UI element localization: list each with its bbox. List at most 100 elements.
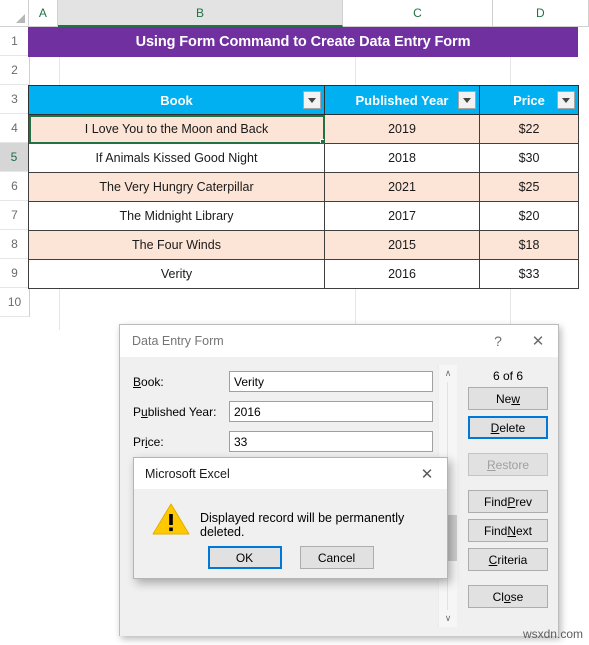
table-header-row: Book Published Year Price — [28, 85, 579, 115]
field-row-price: Price: — [133, 431, 433, 452]
row-header-column: 1 2 3 4 5 6 7 8 9 10 — [0, 27, 30, 317]
cell-year-2[interactable]: 2018 — [324, 143, 480, 173]
fp-accel: P — [507, 494, 516, 509]
filter-dropdown-price[interactable] — [557, 91, 575, 109]
table-row: The Very Hungry Caterpillar 2021 $25 — [28, 172, 579, 202]
table-header-book: Book — [28, 85, 325, 115]
fn-accel: N — [507, 523, 516, 538]
close-icon[interactable]: ✕ — [518, 325, 558, 357]
row-header-2[interactable]: 2 — [0, 56, 30, 85]
restore-accel: R — [486, 457, 496, 472]
cell-year-4[interactable]: 2017 — [324, 201, 480, 231]
form-title: Data Entry Form — [132, 334, 224, 348]
criteria-button[interactable]: Criteria — [468, 548, 548, 571]
select-all-corner[interactable] — [0, 0, 29, 27]
row-header-3[interactable]: 3 — [0, 85, 30, 114]
field-row-published-year: Published Year: — [133, 401, 433, 422]
cell-book-4[interactable]: The Midnight Library — [28, 201, 325, 231]
close-pre: Cl — [492, 589, 504, 604]
close-accel: o — [503, 589, 511, 604]
input-book[interactable] — [229, 371, 433, 392]
row-header-6[interactable]: 6 — [0, 172, 30, 201]
label-price: Price: — [133, 435, 229, 449]
new-accel: w — [511, 391, 520, 406]
close-post: se — [510, 589, 524, 604]
alert-body: Displayed record will be permanently del… — [134, 489, 447, 578]
delete-button[interactable]: Delete — [468, 416, 548, 439]
new-pre: Ne — [495, 391, 512, 406]
record-count-label: 6 of 6 — [492, 369, 524, 383]
label-py-rest: blished Year: — [147, 404, 217, 419]
criteria-accel: C — [488, 552, 498, 567]
label-book-rest: ook: — [141, 374, 164, 389]
warning-triangle-icon — [152, 502, 190, 536]
cell-price-5[interactable]: $18 — [479, 230, 579, 260]
form-titlebar[interactable]: Data Entry Form ? ✕ — [120, 325, 558, 357]
cell-book-3[interactable]: The Very Hungry Caterpillar — [28, 172, 325, 202]
table-body: I Love You to the Moon and Back 2019 $22… — [28, 114, 579, 289]
cell-price-1[interactable]: $22 — [479, 114, 579, 144]
fn-pre: Find — [483, 523, 508, 538]
cell-price-2[interactable]: $30 — [479, 143, 579, 173]
ok-button[interactable]: OK — [207, 546, 282, 569]
scroll-up-icon[interactable]: ∧ — [439, 365, 457, 382]
column-header-row: A B C D — [0, 0, 589, 27]
help-icon[interactable]: ? — [478, 325, 518, 357]
cell-book-2[interactable]: If Animals Kissed Good Night — [28, 143, 325, 173]
input-published-year[interactable] — [229, 401, 433, 422]
cell-year-5[interactable]: 2015 — [324, 230, 480, 260]
close-icon[interactable]: ✕ — [407, 458, 447, 489]
cell-year-3[interactable]: 2021 — [324, 172, 480, 202]
alert-message: Displayed record will be permanently del… — [200, 511, 405, 539]
filter-dropdown-published-year[interactable] — [458, 91, 476, 109]
new-button[interactable]: Ne w — [468, 387, 548, 410]
find-next-button[interactable]: Find Next — [468, 519, 548, 542]
table-row: The Four Winds 2015 $18 — [28, 230, 579, 260]
column-header-c[interactable]: C — [343, 0, 493, 27]
fp-pre: Find — [483, 494, 508, 509]
row-header-4[interactable]: 4 — [0, 114, 30, 143]
label-price-pre: Pr — [133, 434, 145, 449]
row-header-5[interactable]: 5 — [0, 143, 30, 172]
criteria-post: riteria — [497, 552, 528, 567]
delete-accel: D — [490, 420, 500, 435]
input-price[interactable] — [229, 431, 433, 452]
row-header-9[interactable]: 9 — [0, 259, 30, 288]
alert-titlebar[interactable]: Microsoft Excel ✕ — [134, 458, 447, 489]
scroll-down-icon[interactable]: ∨ — [439, 610, 457, 627]
chevron-down-icon — [562, 97, 570, 103]
filter-dropdown-book[interactable] — [303, 91, 321, 109]
row-header-1[interactable]: 1 — [0, 27, 30, 56]
chevron-down-icon — [463, 97, 471, 103]
cell-year-1[interactable]: 2019 — [324, 114, 480, 144]
cell-book-6[interactable]: Verity — [28, 259, 325, 289]
table-header-price: Price — [479, 85, 579, 115]
cell-year-6[interactable]: 2016 — [324, 259, 480, 289]
cell-price-4[interactable]: $20 — [479, 201, 579, 231]
cancel-button[interactable]: Cancel — [299, 546, 374, 569]
row-header-7[interactable]: 7 — [0, 201, 30, 230]
alert-button-row: OK Cancel — [134, 546, 447, 569]
table-header-published-year: Published Year — [324, 85, 480, 115]
select-all-triangle-icon — [15, 14, 25, 23]
form-button-column: 6 of 6 Ne w Delete Restore Find Prev Find… — [468, 365, 548, 614]
restore-button: Restore — [468, 453, 548, 476]
column-header-a[interactable]: A — [28, 0, 58, 27]
cell-book-5[interactable]: The Four Winds — [28, 230, 325, 260]
cell-book-1[interactable]: I Love You to the Moon and Back — [28, 114, 325, 144]
close-button[interactable]: Cl o se — [468, 585, 548, 608]
table-row: Verity 2016 $33 — [28, 259, 579, 289]
column-header-d[interactable]: D — [492, 0, 589, 27]
find-prev-button[interactable]: Find Prev — [468, 490, 548, 513]
row-header-10[interactable]: 10 — [0, 288, 30, 317]
sheet-title-banner: Using Form Command to Create Data Entry … — [28, 27, 578, 57]
column-header-b[interactable]: B — [57, 0, 344, 27]
chevron-down-icon — [308, 97, 316, 103]
watermark-text: wsxdn.com — [522, 627, 583, 641]
row-header-8[interactable]: 8 — [0, 230, 30, 259]
cell-price-6[interactable]: $33 — [479, 259, 579, 289]
table-row: I Love You to the Moon and Back 2019 $22 — [28, 114, 579, 144]
delete-post: elete — [499, 420, 526, 435]
cell-price-3[interactable]: $25 — [479, 172, 579, 202]
label-book: Book: — [133, 375, 229, 389]
